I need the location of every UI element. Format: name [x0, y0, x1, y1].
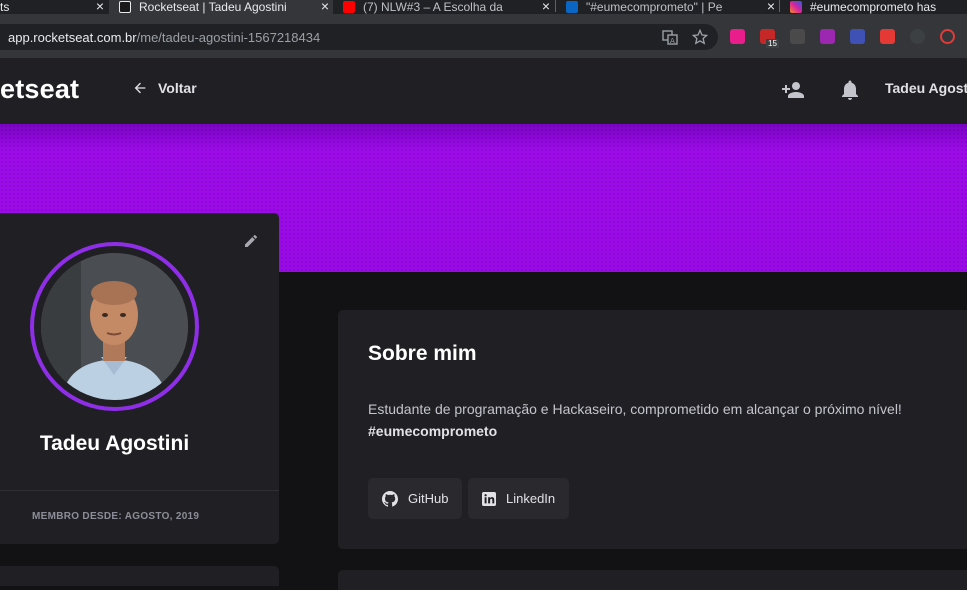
- about-hashtag: #eumecomprometo: [368, 423, 498, 439]
- back-label: Voltar: [158, 80, 197, 96]
- arrow-left-icon: [134, 82, 146, 94]
- about-next-card: [338, 570, 967, 590]
- avatar-ring: [30, 242, 199, 411]
- tab-title: #eumecomprometo has: [810, 0, 937, 14]
- profile-name: Tadeu Agostini: [39, 432, 190, 455]
- extension-icon[interactable]: [940, 29, 955, 44]
- tab-title: ts: [0, 0, 10, 14]
- edit-pencil-icon[interactable]: [243, 233, 259, 249]
- browser-toolbar: app.rocketseat.com.br/me/tadeu-agostini-…: [0, 14, 967, 58]
- extension-icon[interactable]: [730, 29, 745, 44]
- tab-close-icon[interactable]: ×: [767, 0, 775, 14]
- linkedin-button[interactable]: LinkedIn: [468, 478, 570, 519]
- profile-next-card: [0, 566, 279, 586]
- bookmark-star-icon[interactable]: [692, 29, 708, 45]
- header-user-name[interactable]: Tadeu Agostini: [885, 80, 967, 96]
- extension-icon[interactable]: [880, 29, 895, 44]
- browser-tab[interactable]: "#eumecomprometo" | Pe ×: [556, 0, 779, 14]
- github-button[interactable]: GitHub: [368, 478, 463, 519]
- linkedin-label: LinkedIn: [506, 491, 556, 506]
- rocketseat-favicon-icon: [119, 1, 131, 13]
- tab-close-icon[interactable]: ×: [96, 0, 104, 14]
- member-since: MEMBRO DESDE: AGOSTO, 2019: [32, 511, 200, 522]
- about-card: Sobre mim Estudante de programação e Hac…: [338, 310, 967, 549]
- browser-tab[interactable]: #eumecomprometo has: [780, 0, 967, 14]
- instagram-favicon-icon: [790, 1, 802, 13]
- browser-tab[interactable]: (7) NLW#3 – A Escolha da ×: [333, 0, 554, 14]
- tab-title: Rocketseat | Tadeu Agostini: [139, 0, 287, 14]
- browser-tab-strip: ts × Rocketseat | Tadeu Agostini × (7) N…: [0, 0, 967, 14]
- url-host: app.rocketseat.com.br: [8, 29, 137, 45]
- browser-tab[interactable]: ts ×: [0, 0, 108, 14]
- extension-icon[interactable]: [790, 29, 805, 44]
- tab-close-icon[interactable]: ×: [542, 0, 550, 14]
- linkedin-icon: [482, 491, 496, 506]
- tab-title: (7) NLW#3 – A Escolha da: [363, 0, 503, 14]
- translate-icon[interactable]: A: [662, 29, 678, 45]
- linkedin-favicon-icon: [566, 1, 578, 13]
- add-person-icon[interactable]: [781, 78, 805, 102]
- tab-title: "#eumecomprometo" | Pe: [586, 0, 723, 14]
- site-header: etseat Voltar Tadeu Agostini: [0, 58, 967, 124]
- tab-close-icon[interactable]: ×: [321, 0, 329, 14]
- extension-badge: 15: [766, 39, 779, 48]
- youtube-favicon-icon: [343, 1, 355, 13]
- svg-text:A: A: [670, 37, 675, 45]
- about-bio: Estudante de programação e Hackaseiro, c…: [368, 401, 902, 417]
- url-text: app.rocketseat.com.br/me/tadeu-agostini-…: [0, 30, 320, 45]
- divider: [0, 490, 279, 491]
- avatar-photo: [41, 253, 188, 400]
- profile-card: Tadeu Agostini MEMBRO DESDE: AGOSTO, 201…: [0, 213, 279, 544]
- avatar[interactable]: [41, 253, 188, 400]
- about-title: Sobre mim: [368, 342, 477, 365]
- extension-icon[interactable]: [850, 29, 865, 44]
- extension-icon[interactable]: [820, 29, 835, 44]
- back-button[interactable]: Voltar: [132, 80, 197, 96]
- github-label: GitHub: [408, 491, 449, 506]
- address-bar[interactable]: app.rocketseat.com.br/me/tadeu-agostini-…: [0, 24, 718, 50]
- browser-tab-active[interactable]: Rocketseat | Tadeu Agostini ×: [109, 0, 333, 14]
- extension-icon[interactable]: [910, 29, 925, 44]
- rocketseat-logo[interactable]: etseat: [0, 74, 79, 105]
- bell-icon[interactable]: [838, 78, 862, 102]
- github-icon: [382, 490, 398, 507]
- url-path: /me/tadeu-agostini-1567218434: [136, 29, 321, 45]
